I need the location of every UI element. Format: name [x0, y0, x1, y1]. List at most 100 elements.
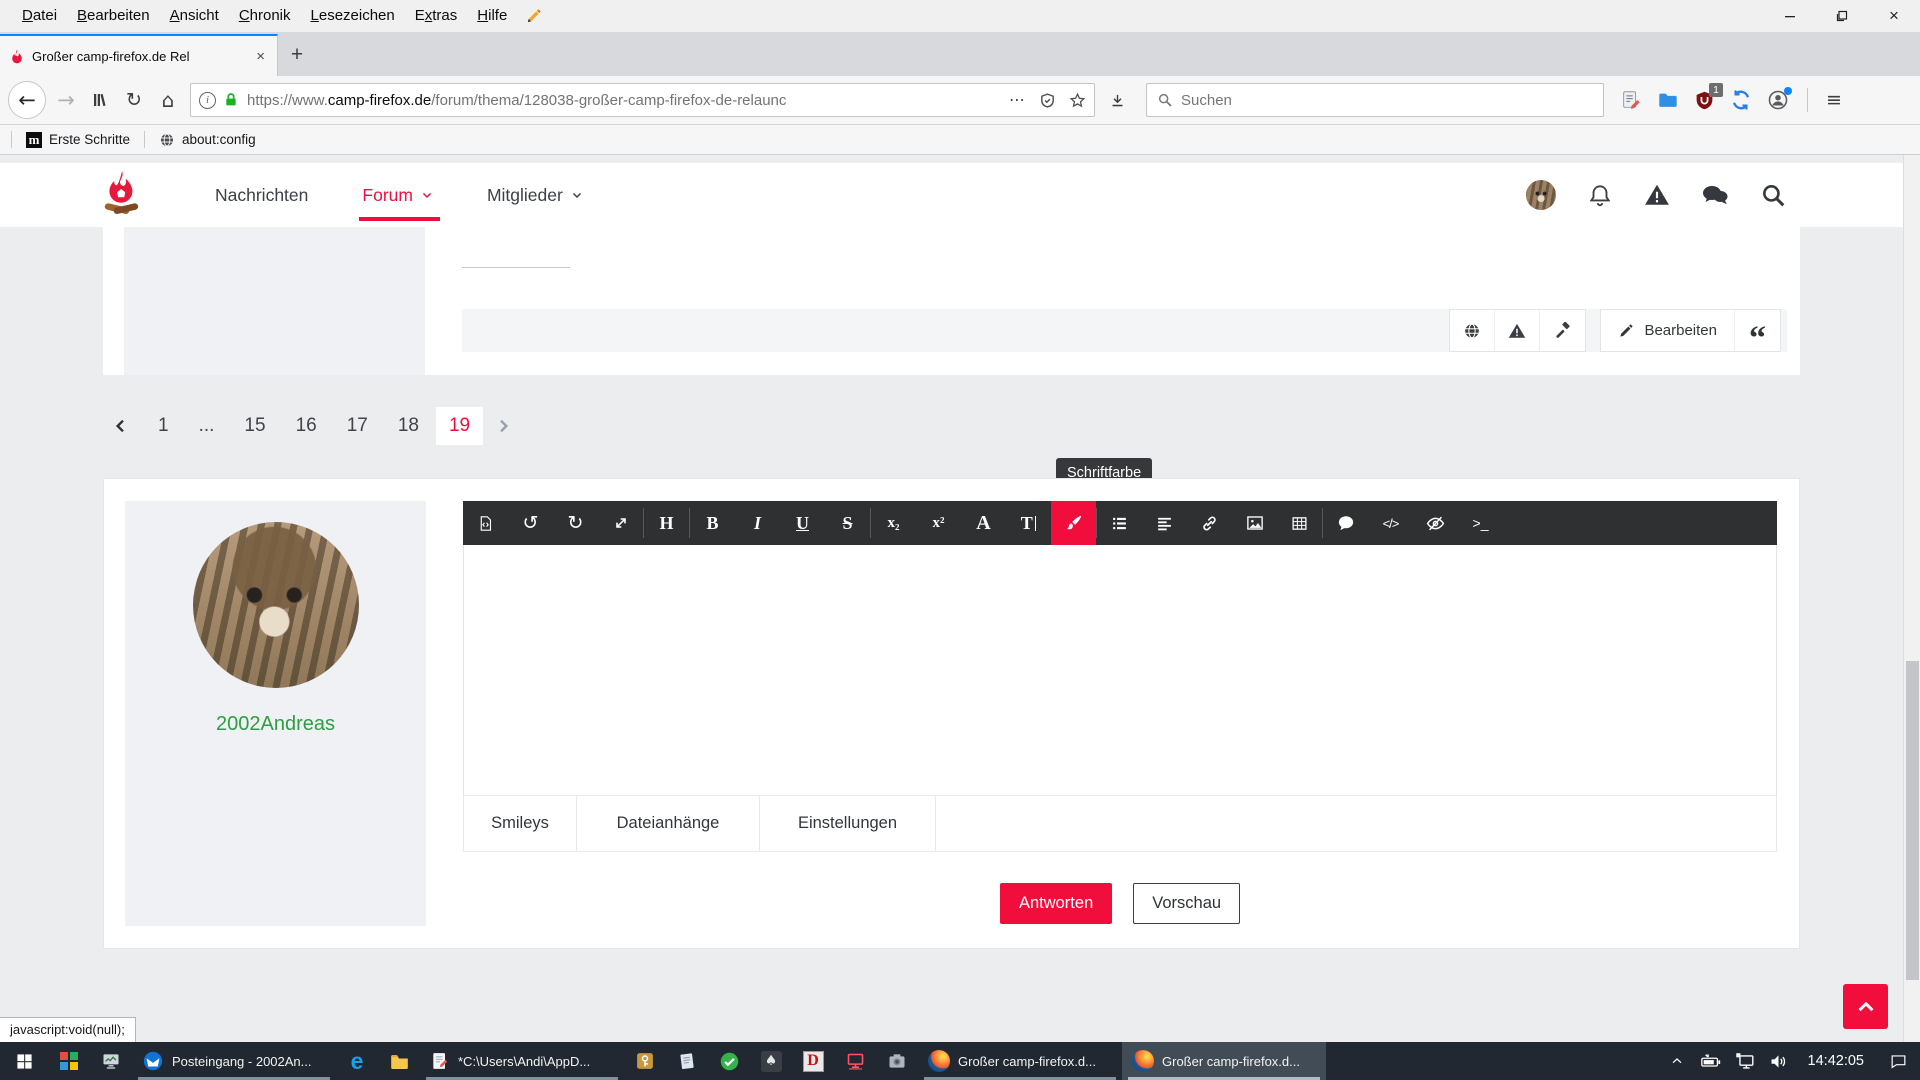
antworten-button[interactable]: Antworten: [1000, 883, 1112, 924]
previous-page-chevron[interactable]: [112, 416, 129, 436]
image-icon[interactable]: [1232, 501, 1277, 545]
subscript-button[interactable]: x₂: [871, 501, 916, 545]
page-scrollbar[interactable]: [1903, 155, 1920, 1042]
taskbar-camera-icon[interactable]: [876, 1042, 918, 1080]
taskbar-app-monitor-icon[interactable]: [90, 1042, 132, 1080]
spoiler-eye-icon[interactable]: [1413, 501, 1458, 545]
sync-extension-icon[interactable]: [1730, 89, 1752, 111]
align-icon[interactable]: [1142, 501, 1187, 545]
table-icon[interactable]: [1277, 501, 1322, 545]
menu-extras[interactable]: Extras: [405, 0, 468, 32]
undo-icon[interactable]: ↺: [508, 501, 553, 545]
download-icon[interactable]: [1100, 83, 1134, 117]
page-number[interactable]: 1: [145, 407, 182, 445]
font-color-brush-button[interactable]: [1051, 501, 1096, 545]
userscript-extension-icon[interactable]: [1620, 89, 1642, 111]
minimize-button[interactable]: [1764, 0, 1816, 32]
taskbar-edge-icon[interactable]: e: [336, 1042, 378, 1080]
next-page-chevron[interactable]: [495, 416, 512, 436]
taskbar-app-media-icon[interactable]: [48, 1042, 90, 1080]
url-text[interactable]: https://www.camp-firefox.de/forum/thema/…: [247, 92, 1003, 109]
pencil-icon[interactable]: [525, 8, 542, 25]
edit-button[interactable]: Bearbeiten: [1601, 322, 1734, 339]
maximize-button[interactable]: [1816, 0, 1868, 32]
superscript-button[interactable]: x²: [916, 501, 961, 545]
strikethrough-button[interactable]: S: [825, 501, 870, 545]
page-number[interactable]: 17: [334, 407, 381, 445]
chat-bubbles-icon[interactable]: [1701, 182, 1729, 208]
menu-datei[interactable]: Datei: [12, 0, 67, 32]
vorschau-button[interactable]: Vorschau: [1133, 883, 1240, 924]
tab-einstellungen[interactable]: Einstellungen: [760, 796, 936, 851]
library-icon[interactable]: [83, 83, 117, 117]
report-warning-icon[interactable]: [1644, 182, 1670, 208]
new-tab-button[interactable]: +: [278, 34, 316, 76]
scroll-to-top-button[interactable]: [1843, 984, 1888, 1029]
editor-textarea[interactable]: [463, 545, 1777, 795]
search-bar[interactable]: [1146, 83, 1604, 117]
inline-code-icon[interactable]: </>: [1368, 501, 1413, 545]
taskbar-notes-icon[interactable]: [666, 1042, 708, 1080]
view-source-icon[interactable]: [463, 501, 508, 545]
start-button[interactable]: [0, 1042, 48, 1080]
nav-forum[interactable]: Forum: [335, 163, 460, 227]
forward-button[interactable]: →: [49, 83, 83, 117]
taskbar-keepass-icon[interactable]: [624, 1042, 666, 1080]
ublock-icon[interactable]: 1: [1694, 90, 1715, 111]
menu-bearbeiten[interactable]: Bearbeiten: [67, 0, 160, 32]
close-button[interactable]: ×: [1868, 0, 1920, 32]
globe-icon[interactable]: [1450, 310, 1495, 351]
battery-icon[interactable]: [1694, 1042, 1728, 1080]
home-button[interactable]: ⌂: [151, 83, 185, 117]
code-block-icon[interactable]: >_: [1458, 501, 1503, 545]
back-button[interactable]: ←: [8, 81, 46, 119]
network-icon[interactable]: [1728, 1042, 1762, 1080]
user-avatar[interactable]: [193, 522, 359, 688]
menu-ansicht[interactable]: Ansicht: [160, 0, 229, 32]
menu-lesezeichen[interactable]: Lesezeichen: [301, 0, 405, 32]
search-input[interactable]: [1181, 92, 1593, 109]
tab-dateianhaenge[interactable]: Dateianhänge: [577, 796, 760, 851]
page-number[interactable]: 15: [231, 407, 278, 445]
browser-tab[interactable]: Großer camp-firefox.de Rel ×: [0, 34, 278, 76]
underline-button[interactable]: U: [780, 501, 825, 545]
menu-hilfe[interactable]: Hilfe: [467, 0, 517, 32]
page-number[interactable]: 18: [385, 407, 432, 445]
nav-mitglieder[interactable]: Mitglieder: [460, 163, 610, 227]
bold-button[interactable]: B: [690, 501, 735, 545]
report-warning-icon[interactable]: [1495, 310, 1540, 351]
shield-check-icon[interactable]: [1039, 92, 1056, 109]
page-actions-icon[interactable]: ⋯: [1009, 90, 1026, 110]
font-family-button[interactable]: T: [1006, 501, 1051, 545]
action-center-icon[interactable]: [1876, 1042, 1920, 1080]
nav-nachrichten[interactable]: Nachrichten: [188, 163, 335, 227]
taskbar-window-firefox-2[interactable]: Großer camp-firefox.d...: [1122, 1042, 1326, 1080]
tab-smileys[interactable]: Smileys: [464, 796, 577, 851]
tray-chevron-up-icon[interactable]: [1660, 1042, 1694, 1080]
tab-close-icon[interactable]: ×: [253, 48, 268, 65]
bell-icon[interactable]: [1587, 182, 1613, 208]
taskbar-explorer-icon[interactable]: [378, 1042, 420, 1080]
bookmark-star-icon[interactable]: [1069, 92, 1086, 109]
campfire-logo[interactable]: [96, 167, 148, 223]
menu-hamburger-icon[interactable]: ≡: [1826, 89, 1842, 111]
font-size-button[interactable]: A: [961, 501, 1006, 545]
folder-extension-icon[interactable]: [1657, 89, 1679, 111]
taskbar-window-firefox-1[interactable]: Großer camp-firefox.d...: [918, 1042, 1122, 1080]
heading-button[interactable]: H: [644, 501, 689, 545]
scrollbar-thumb[interactable]: [1906, 661, 1919, 980]
menu-chronik[interactable]: Chronik: [229, 0, 301, 32]
taskbar-cards-app-icon[interactable]: ♠: [750, 1042, 792, 1080]
quote-icon[interactable]: “: [1734, 310, 1780, 351]
search-icon[interactable]: [1760, 182, 1786, 208]
quote-bubble-icon[interactable]: [1323, 501, 1368, 545]
link-icon[interactable]: [1187, 501, 1232, 545]
taskbar-window-thunderbird[interactable]: Posteingang - 2002An...: [132, 1042, 336, 1080]
current-page-number[interactable]: 19: [436, 407, 483, 445]
italic-button[interactable]: I: [735, 501, 780, 545]
taskbar-clock[interactable]: 14:42:05: [1796, 1053, 1876, 1069]
bookmark-about-config[interactable]: about:config: [150, 132, 265, 148]
site-info-icon[interactable]: i: [199, 92, 216, 109]
moderation-hammer-icon[interactable]: [1540, 310, 1585, 351]
taskbar-d-app-icon[interactable]: D: [792, 1042, 834, 1080]
